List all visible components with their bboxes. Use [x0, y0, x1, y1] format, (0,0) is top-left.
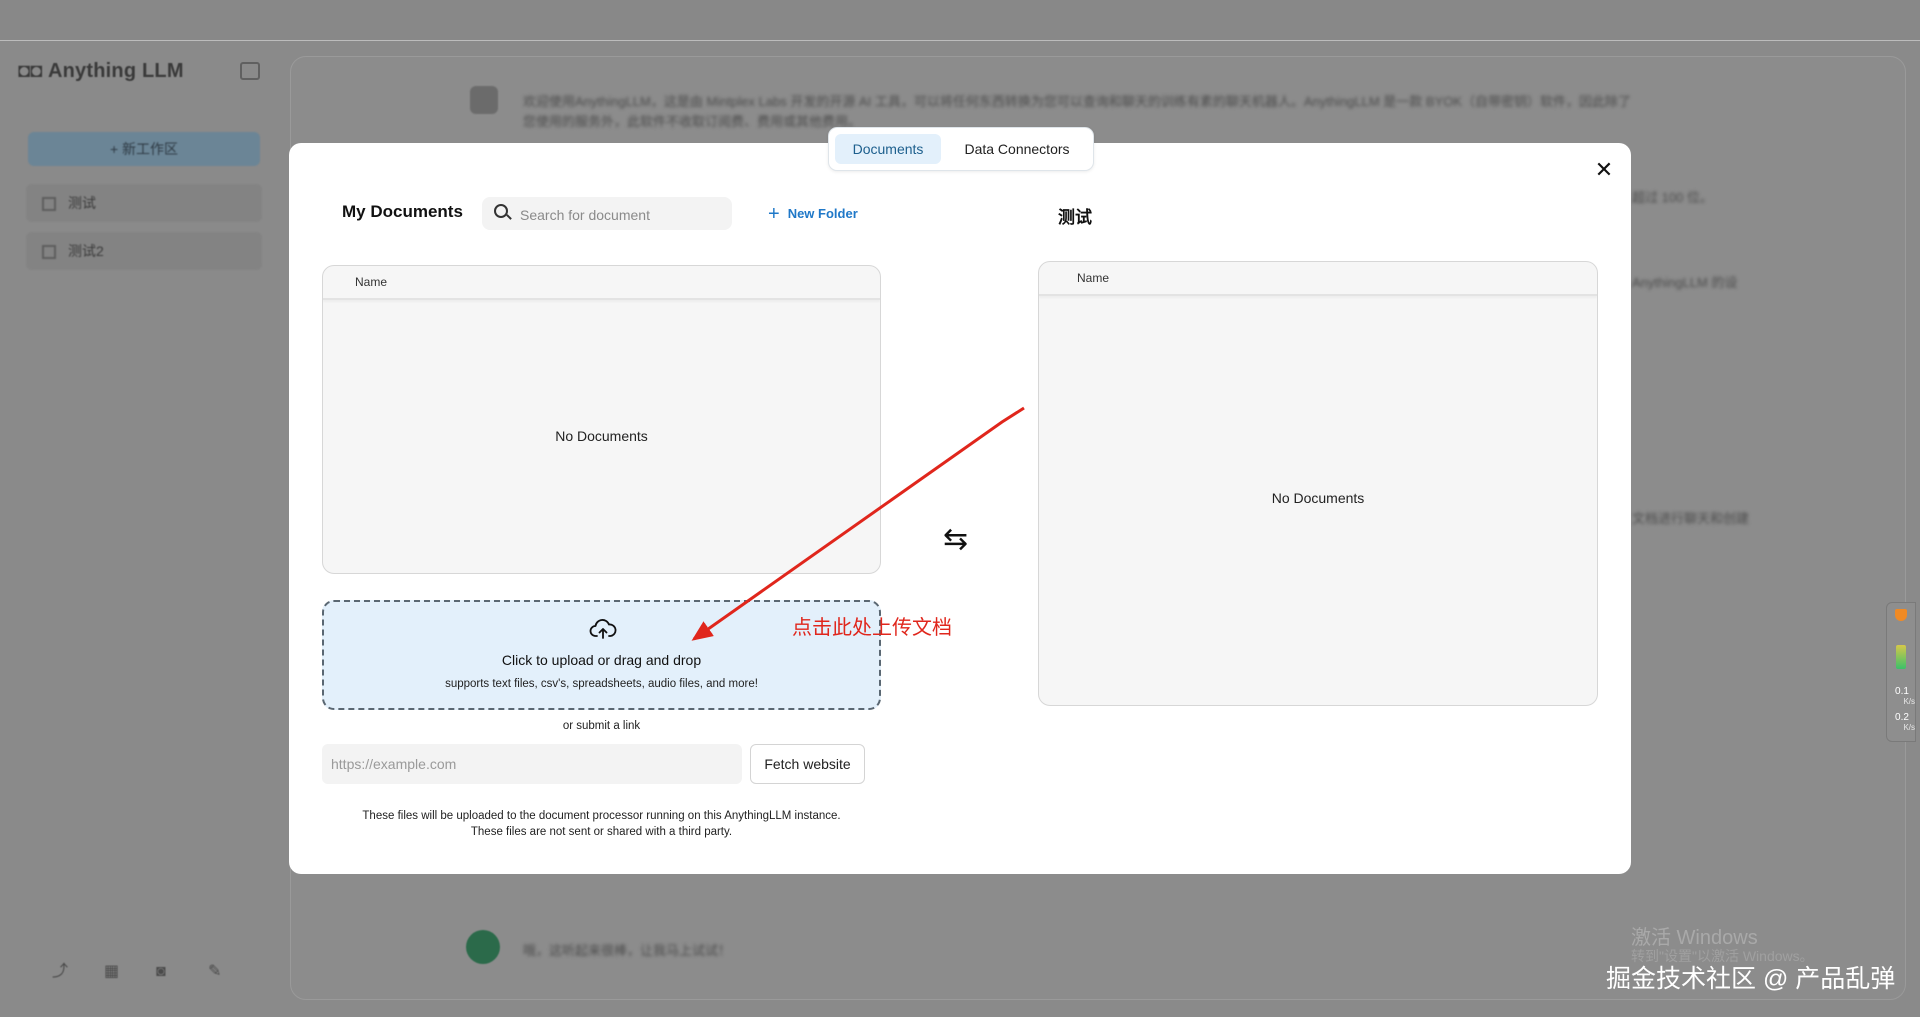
upload-rate: 0.1	[1895, 686, 1909, 697]
annotation-text: 点击此处上传文档	[792, 617, 952, 639]
upload-rate-unit: K/s	[1903, 697, 1915, 706]
usage-bar-icon	[1896, 645, 1906, 669]
shield-icon	[1895, 609, 1907, 621]
network-speed-widget: 0.1 K/s 0.2 K/s	[1886, 602, 1916, 742]
credit-watermark: 掘金技术社区 @ 产品乱弹	[1606, 965, 1896, 993]
download-rate: 0.2	[1895, 712, 1909, 723]
annotation-arrow	[691, 406, 1025, 641]
download-rate-unit: K/s	[1903, 723, 1915, 732]
